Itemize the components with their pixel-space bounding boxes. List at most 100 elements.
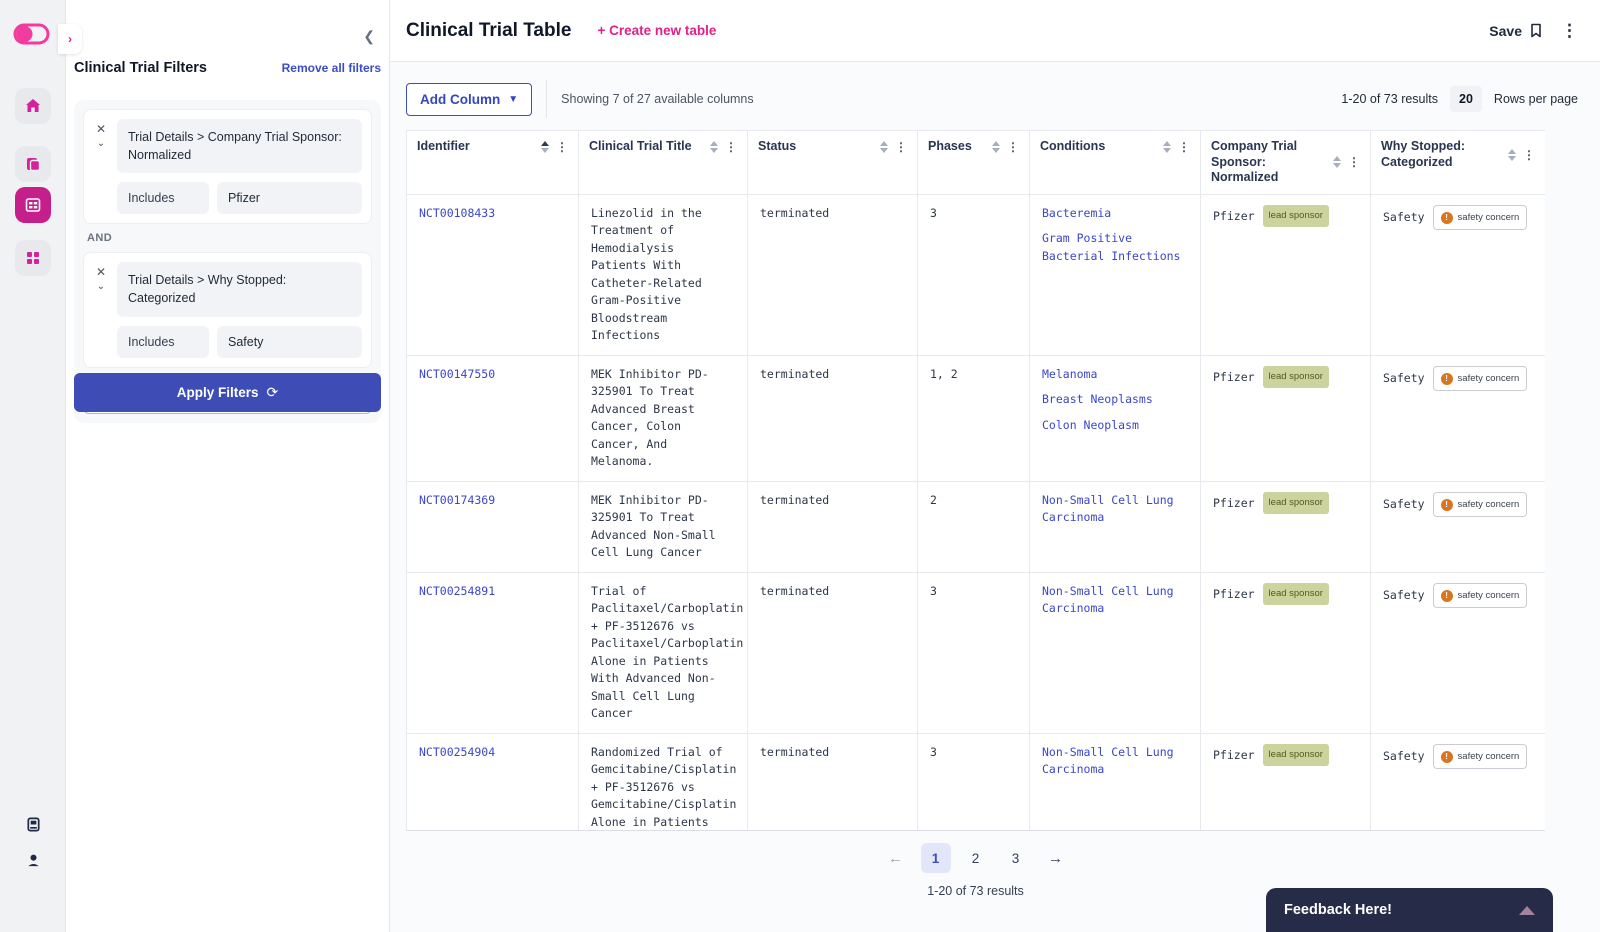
column-header: Conditions ⋮ <box>1030 131 1201 195</box>
status-cell: terminated <box>748 355 918 481</box>
condition-link[interactable]: Non-Small Cell Lung Carcinoma <box>1042 745 1174 777</box>
filter-value-input[interactable]: Pfizer <box>217 182 362 214</box>
next-page-arrow-icon[interactable]: → <box>1041 843 1071 873</box>
sponsor-name: Pfizer <box>1213 209 1255 223</box>
sidebar-item-docs[interactable] <box>21 812 45 836</box>
sort-icon[interactable] <box>1163 141 1171 153</box>
condition-link[interactable]: Melanoma <box>1042 367 1097 381</box>
condition-link[interactable]: Non-Small Cell Lung Carcinoma <box>1042 584 1174 616</box>
phases-cell: 3 <box>918 733 1030 831</box>
create-new-table-link[interactable]: + Create new table <box>597 23 716 38</box>
table-row: NCT00174369MEK Inhibitor PD-325901 To Tr… <box>407 481 1546 572</box>
save-label: Save <box>1489 23 1522 39</box>
column-menu-kebab-icon[interactable]: ⋮ <box>1523 149 1535 161</box>
rows-per-page-select[interactable]: 20 <box>1450 86 1482 112</box>
sort-icon[interactable] <box>1333 156 1341 168</box>
add-column-button[interactable]: Add Column ▼ <box>406 83 532 116</box>
column-header: Clinical Trial Title ⋮ <box>579 131 748 195</box>
apply-filters-button[interactable]: Apply Filters ⟳ <box>74 373 381 412</box>
filter-field-select[interactable]: Trial Details > Why Stopped: Categorized <box>117 262 362 316</box>
page-number-button[interactable]: 3 <box>1001 843 1031 873</box>
column-menu-kebab-icon[interactable]: ⋮ <box>556 141 568 153</box>
pagination: ← 123 → <box>406 843 1545 873</box>
condition-link[interactable]: Non-Small Cell Lung Carcinoma <box>1042 493 1174 525</box>
chevron-down-icon[interactable]: ⌄ <box>97 139 105 149</box>
condition-link[interactable]: Gram Positive Bacterial Infections <box>1042 231 1180 263</box>
panel-collapse-chevron-icon[interactable]: ❮ <box>363 28 375 45</box>
sidebar-item-apps[interactable] <box>15 240 51 276</box>
results-count-text: 1-20 of 73 results <box>1341 92 1438 106</box>
add-column-label: Add Column <box>420 92 500 107</box>
filter-operator-select[interactable]: Includes <box>117 182 209 214</box>
sidebar-item-account[interactable] <box>21 848 45 872</box>
chevron-down-icon[interactable]: ⌄ <box>97 282 105 292</box>
sponsor-name: Pfizer <box>1213 748 1255 762</box>
trial-identifier-link[interactable]: NCT00254904 <box>419 745 495 759</box>
table-header-row: Identifier ⋮ Clinical Trial Title ⋮ Stat… <box>407 131 1546 195</box>
filter-value-input[interactable]: Safety <box>217 326 362 358</box>
trial-identifier-link[interactable]: NCT00174369 <box>419 493 495 507</box>
condition-link[interactable]: Breast Neoplasms <box>1042 392 1153 406</box>
why-stopped-value: Safety <box>1383 370 1425 388</box>
sidebar-expand-tab[interactable]: › <box>58 24 82 54</box>
safety-concern-badge: ! safety concern <box>1433 583 1528 609</box>
why-stopped-value: Safety <box>1383 496 1425 514</box>
sidebar-item-documents[interactable] <box>15 146 51 182</box>
column-menu-kebab-icon[interactable]: ⋮ <box>1348 156 1360 168</box>
why-stopped-value: Safety <box>1383 748 1425 766</box>
sort-icon[interactable] <box>1508 149 1516 161</box>
trial-identifier-link[interactable]: NCT00108433 <box>419 206 495 220</box>
lead-sponsor-badge: lead sponsor <box>1263 583 1329 606</box>
trial-identifier-link[interactable]: NCT00147550 <box>419 367 495 381</box>
save-button[interactable]: Save <box>1489 23 1543 39</box>
safety-concern-label: safety concern <box>1458 587 1520 605</box>
column-header-label: Phases <box>928 139 972 155</box>
filter-card: ✕ ⌄ Trial Details > Company Trial Sponso… <box>83 109 372 224</box>
main-content: Clinical Trial Table + Create new table … <box>390 0 1600 932</box>
column-header-label: Clinical Trial Title <box>589 139 692 155</box>
sidebar-item-table-active[interactable] <box>15 187 51 223</box>
home-icon <box>24 97 42 115</box>
chevron-down-icon: ▼ <box>508 94 518 105</box>
why-stopped-cell: Safety ! safety concern <box>1371 572 1546 733</box>
trial-identifier-link[interactable]: NCT00254891 <box>419 584 495 598</box>
sort-icon[interactable] <box>541 141 549 153</box>
sponsor-cell: Pfizerlead sponsor <box>1201 572 1371 733</box>
sort-icon[interactable] <box>710 141 718 153</box>
data-table-container: Identifier ⋮ Clinical Trial Title ⋮ Stat… <box>406 130 1545 831</box>
why-stopped-value: Safety <box>1383 209 1425 227</box>
condition-link[interactable]: Bacteremia <box>1042 206 1111 220</box>
remove-filter-icon[interactable]: ✕ <box>96 123 106 135</box>
column-menu-kebab-icon[interactable]: ⋮ <box>895 141 907 153</box>
why-stopped-value: Safety <box>1383 587 1425 605</box>
conditions-cell: Melanoma Breast Neoplasms Colon Neoplasm <box>1030 355 1201 481</box>
sort-icon[interactable] <box>992 141 1000 153</box>
condition-link[interactable]: Colon Neoplasm <box>1042 418 1139 432</box>
sponsor-name: Pfizer <box>1213 496 1255 510</box>
filter-field-select[interactable]: Trial Details > Company Trial Sponsor: N… <box>117 119 362 173</box>
page-number-button[interactable]: 2 <box>961 843 991 873</box>
why-stopped-cell: Safety ! safety concern <box>1371 481 1546 572</box>
sidebar-item-home[interactable] <box>15 88 51 124</box>
book-icon <box>25 816 42 833</box>
column-header-label: Conditions <box>1040 139 1105 155</box>
column-header: Company Trial Sponsor: Normalized ⋮ <box>1201 131 1371 195</box>
status-cell: terminated <box>748 733 918 831</box>
column-header-label: Identifier <box>417 139 470 155</box>
more-options-kebab-icon[interactable]: ⋮ <box>1561 22 1578 39</box>
page-title: Clinical Trial Table <box>406 20 571 42</box>
column-menu-kebab-icon[interactable]: ⋮ <box>725 141 737 153</box>
remove-filter-icon[interactable]: ✕ <box>96 266 106 278</box>
column-menu-kebab-icon[interactable]: ⋮ <box>1007 141 1019 153</box>
page-number-button[interactable]: 1 <box>921 843 951 873</box>
why-stopped-cell: Safety ! safety concern <box>1371 355 1546 481</box>
column-menu-kebab-icon[interactable]: ⋮ <box>1178 141 1190 153</box>
remove-all-filters-link[interactable]: Remove all filters <box>282 61 381 75</box>
filter-operator-select[interactable]: Includes <box>117 326 209 358</box>
feedback-banner[interactable]: Feedback Here! <box>1266 888 1553 932</box>
sort-icon[interactable] <box>880 141 888 153</box>
previous-page-arrow-icon[interactable]: ← <box>881 843 911 873</box>
toolbar-divider <box>546 80 547 118</box>
rows-per-page-label: Rows per page <box>1494 92 1578 106</box>
brand-pill-logo[interactable] <box>13 22 51 46</box>
